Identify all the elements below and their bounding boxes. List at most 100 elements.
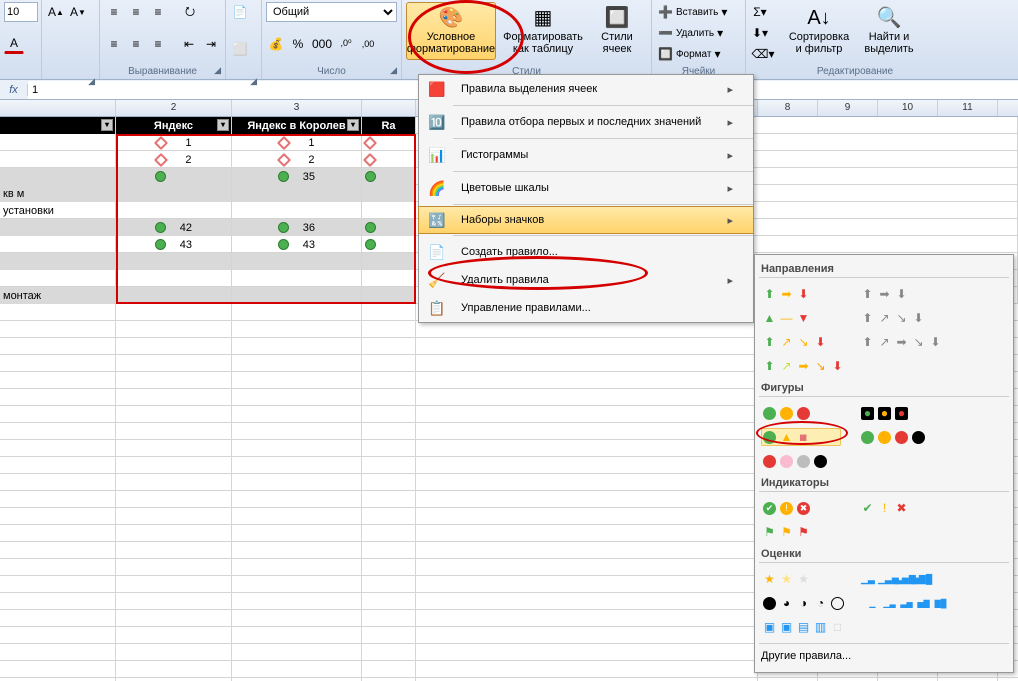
iconset-5arrows-gray[interactable]: ⬆↗➡↘⬇ [859, 333, 944, 351]
cell[interactable] [362, 168, 416, 185]
comma-button[interactable]: 000 [310, 34, 334, 54]
clear-rules-item[interactable]: 🧹Удалить правила [419, 266, 753, 294]
cell[interactable]: 2 [116, 151, 232, 168]
find-select-button[interactable]: 🔍 Найти ивыделить [856, 2, 922, 60]
number-format-select[interactable]: Общий [266, 2, 397, 22]
iconset-4trafficlights[interactable] [859, 428, 939, 446]
cell[interactable] [0, 168, 116, 185]
cell[interactable] [362, 236, 416, 253]
cell[interactable]: 2 [232, 151, 362, 168]
currency-button[interactable]: 💰 [266, 34, 286, 54]
percent-button[interactable]: % [288, 34, 308, 54]
data-bars-item[interactable]: 📊Гистограммы [419, 141, 753, 169]
iconset-5bars[interactable]: ▁▃▁▃▅▃▅▇▅▇█ [859, 570, 939, 588]
cell[interactable] [362, 134, 416, 151]
insert-button[interactable]: ➕Вставить▾ [656, 2, 729, 22]
align-left-button[interactable]: ≡ [104, 34, 124, 54]
align-right-button[interactable]: ≡ [148, 34, 168, 54]
cell[interactable]: установки [0, 202, 116, 219]
dialog-launcher-icon[interactable]: ◢ [390, 65, 397, 76]
col-header[interactable]: 9 [818, 100, 878, 116]
cell[interactable] [362, 287, 416, 304]
cell[interactable]: 1 [116, 134, 232, 151]
iconset-4arrows-gray[interactable]: ⬆↗↘⬇ [859, 309, 939, 327]
cell[interactable]: 42 [116, 219, 232, 236]
cell[interactable] [0, 270, 116, 287]
delete-button[interactable]: ➖Удалить▾ [656, 23, 725, 43]
cell[interactable]: 43 [116, 236, 232, 253]
grow-font-button[interactable]: A▲ [46, 2, 66, 22]
col-header[interactable]: 3 [232, 100, 362, 116]
iconset-3arrows-colored[interactable]: ⬆➡⬇ [761, 285, 841, 303]
iconset-3symbols-circled[interactable]: ✔!✖ [761, 499, 841, 517]
col-header[interactable]: 2 [116, 100, 232, 116]
merge-button[interactable]: ⬜ [230, 39, 250, 59]
cell[interactable] [232, 253, 362, 270]
increase-indent-button[interactable]: ⇥ [201, 34, 221, 54]
orientation-button[interactable]: ⭮ [180, 2, 200, 22]
highlight-rules-item[interactable]: 🟥Правила выделения ячеек [419, 75, 753, 103]
cell[interactable] [0, 253, 116, 270]
iconset-4arrows-colored[interactable]: ⬆↗↘⬇ [761, 333, 841, 351]
cell[interactable] [116, 287, 232, 304]
top-bottom-rules-item[interactable]: 🔟Правила отбора первых и последних значе… [419, 108, 753, 136]
manage-rules-item[interactable]: 📋Управление правилами... [419, 294, 753, 322]
decrease-indent-button[interactable]: ⇤ [179, 34, 199, 54]
fx-label[interactable]: fx [0, 84, 28, 96]
cell[interactable] [116, 270, 232, 287]
autosum-button[interactable]: Σ▾ [750, 2, 770, 22]
icon-sets-item[interactable]: 🔣Наборы значков [418, 206, 754, 234]
iconset-5arrows-colored[interactable]: ⬆↗➡↘⬇ [761, 357, 846, 375]
filter-dropdown-icon[interactable]: ▾ [217, 119, 229, 131]
cell[interactable] [362, 202, 416, 219]
col-header[interactable]: 11 [938, 100, 998, 116]
dialog-launcher-icon[interactable]: ◢ [214, 65, 221, 76]
col-header[interactable]: 8 [758, 100, 818, 116]
iconset-redtoblack[interactable] [761, 452, 841, 470]
cell[interactable] [0, 151, 116, 168]
cell[interactable]: 35 [232, 168, 362, 185]
color-scales-item[interactable]: 🌈Цветовые шкалы [419, 174, 753, 202]
cell[interactable] [0, 236, 116, 253]
cell[interactable]: кв м [0, 185, 116, 202]
cell[interactable] [116, 168, 232, 185]
align-center-button[interactable]: ≡ [126, 34, 146, 54]
iconset-5quarters[interactable]: ◕◑◔ [761, 594, 846, 612]
conditional-formatting-button[interactable]: 🎨 Условноеформатирование [406, 2, 496, 60]
dialog-launcher-icon[interactable]: ◢ [250, 76, 257, 87]
cell[interactable] [362, 185, 416, 202]
cell[interactable] [232, 185, 362, 202]
align-bottom-button[interactable]: ≡ [148, 2, 168, 22]
iconset-3triangles[interactable]: ▲—▼ [761, 309, 841, 327]
iconset-3trafficlights2[interactable]: ●●● [859, 404, 939, 422]
iconset-3trafficlights1[interactable] [761, 404, 841, 422]
more-rules-item[interactable]: Другие правила... [759, 643, 1009, 668]
cell[interactable] [232, 270, 362, 287]
iconset-3symbols[interactable]: ✔!✖ [859, 499, 939, 517]
fill-button[interactable]: ⬇▾ [750, 23, 770, 43]
iconset-3arrows-gray[interactable]: ⬆➡⬇ [859, 285, 939, 303]
cell[interactable] [232, 202, 362, 219]
cell[interactable]: монтаж [0, 287, 116, 304]
iconset-5ratings-bars[interactable]: ▁▁▃▃▅▅▇▇█ [864, 594, 949, 612]
font-size-select[interactable] [4, 2, 38, 22]
format-as-table-button[interactable]: ▦ Форматироватькак таблицу [498, 2, 588, 60]
filter-dropdown-icon[interactable]: ▾ [101, 119, 113, 131]
cell[interactable] [116, 202, 232, 219]
cell[interactable]: 36 [232, 219, 362, 236]
iconset-3stars[interactable]: ★★★ [761, 570, 841, 588]
shrink-font-button[interactable]: A▼ [68, 2, 88, 22]
cell-styles-button[interactable]: 🔲 Стилиячеек [590, 2, 644, 60]
cell[interactable] [362, 219, 416, 236]
cell[interactable] [116, 253, 232, 270]
cell[interactable] [232, 287, 362, 304]
iconset-3flags[interactable]: ⚑⚑⚑ [761, 523, 841, 541]
col-header[interactable]: 10 [878, 100, 938, 116]
cell[interactable] [0, 134, 116, 151]
increase-decimal-button[interactable]: ,0⁰ [336, 34, 356, 54]
iconset-5boxes[interactable]: ▣▣▤▥□ [761, 618, 846, 636]
dialog-launcher-icon[interactable]: ◢ [88, 76, 95, 87]
sort-filter-button[interactable]: A↓ Сортировкаи фильтр [784, 2, 854, 60]
cell[interactable] [362, 270, 416, 287]
align-middle-button[interactable]: ≡ [126, 2, 146, 22]
